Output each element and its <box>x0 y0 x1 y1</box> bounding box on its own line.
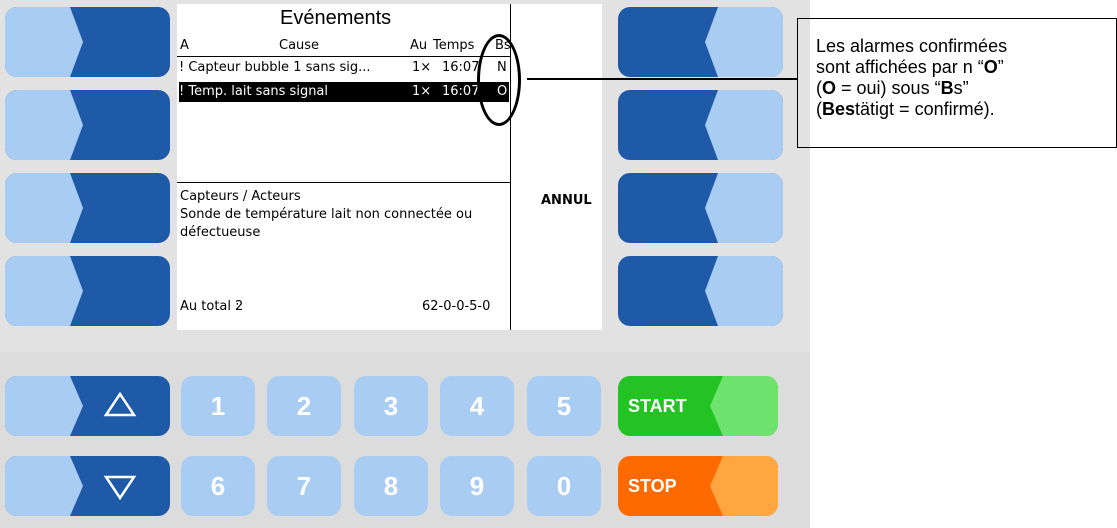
callout-line2: sont affichées par n “O” <box>816 57 1004 77</box>
digit-key-4[interactable]: 4 <box>440 376 514 436</box>
digit-key-0[interactable]: 0 <box>527 456 601 516</box>
detail-divider <box>177 182 510 183</box>
right-softkey-3[interactable] <box>618 173 783 243</box>
detail-description-line2: défectueuse <box>180 225 261 240</box>
callout-line1: Les alarmes confirmées <box>816 36 1008 56</box>
chevron-right-icon <box>5 7 170 77</box>
left-softkey-2[interactable] <box>5 90 170 160</box>
arrow-down-button[interactable] <box>5 456 170 516</box>
start-label: START <box>628 396 687 416</box>
digit-key-2[interactable]: 2 <box>267 376 341 436</box>
right-softkey-4[interactable] <box>618 256 783 326</box>
left-softkey-3[interactable] <box>5 173 170 243</box>
event-time: 16:07 <box>442 60 480 75</box>
detail-category: Capteurs / Acteurs <box>180 189 301 204</box>
event-cause: ! Temp. lait sans signal <box>179 84 329 99</box>
total-label: Au total : <box>180 299 240 314</box>
event-cause: ! Capteur bubble 1 sans sig... <box>179 60 371 75</box>
digit-key-1[interactable]: 1 <box>181 376 255 436</box>
detail-description-line1: Sonde de température lait non connectée … <box>180 207 473 222</box>
chevron-right-icon <box>5 90 170 160</box>
event-code: 62-0-0-5-0 <box>422 299 491 314</box>
event-count: 1× <box>412 84 432 99</box>
arrow-up-button[interactable] <box>5 376 170 436</box>
column-header-au: Au <box>410 38 428 53</box>
chevron-left-icon <box>618 173 783 243</box>
digit-key-5[interactable]: 5 <box>527 376 601 436</box>
callout-line3: (O = oui) sous “Bs” <box>816 78 969 98</box>
softkey-label-divider <box>510 4 511 330</box>
stop-button[interactable]: STOP <box>618 456 778 516</box>
left-softkey-4[interactable] <box>5 256 170 326</box>
right-softkey-2[interactable] <box>618 90 783 160</box>
column-header-cause: Cause <box>279 38 320 53</box>
digit-key-7[interactable]: 7 <box>267 456 341 516</box>
screen-title: Evénements <box>280 7 392 29</box>
stop-label: STOP <box>628 476 677 496</box>
digit-key-9[interactable]: 9 <box>440 456 514 516</box>
digit-key-8[interactable]: 8 <box>354 456 428 516</box>
right-softkey-1[interactable] <box>618 7 783 77</box>
chevron-left-icon <box>618 256 783 326</box>
header-divider <box>177 56 510 57</box>
event-row-selected[interactable]: ! Temp. lait sans signal 1× 16:07 O <box>179 82 509 102</box>
event-row[interactable]: ! Capteur bubble 1 sans sig... 1× 16:07 … <box>179 58 509 78</box>
callout-pointer-line <box>527 78 797 80</box>
callout-box: Les alarmes confirmées sont affichées pa… <box>797 18 1117 148</box>
digit-key-3[interactable]: 3 <box>354 376 428 436</box>
chevron-right-icon <box>5 173 170 243</box>
start-button[interactable]: START <box>618 376 778 436</box>
total-value: 2 <box>235 299 244 314</box>
chevron-left-icon <box>618 7 783 77</box>
column-header-a: A <box>180 38 189 53</box>
chevron-left-icon <box>618 90 783 160</box>
left-softkey-1[interactable] <box>5 7 170 77</box>
highlight-circle <box>477 34 521 126</box>
callout-line4: (Bestätigt = confirmé). <box>816 99 995 119</box>
annul-softkey-label: ANNUL <box>541 193 592 208</box>
event-count: 1× <box>412 60 432 75</box>
digit-key-6[interactable]: 6 <box>181 456 255 516</box>
event-time: 16:07 <box>442 84 480 99</box>
display-screen: Evénements A Cause Au Temps Bs ! Capteur… <box>177 4 602 330</box>
column-header-temps: Temps <box>433 38 475 53</box>
chevron-right-icon <box>5 256 170 326</box>
